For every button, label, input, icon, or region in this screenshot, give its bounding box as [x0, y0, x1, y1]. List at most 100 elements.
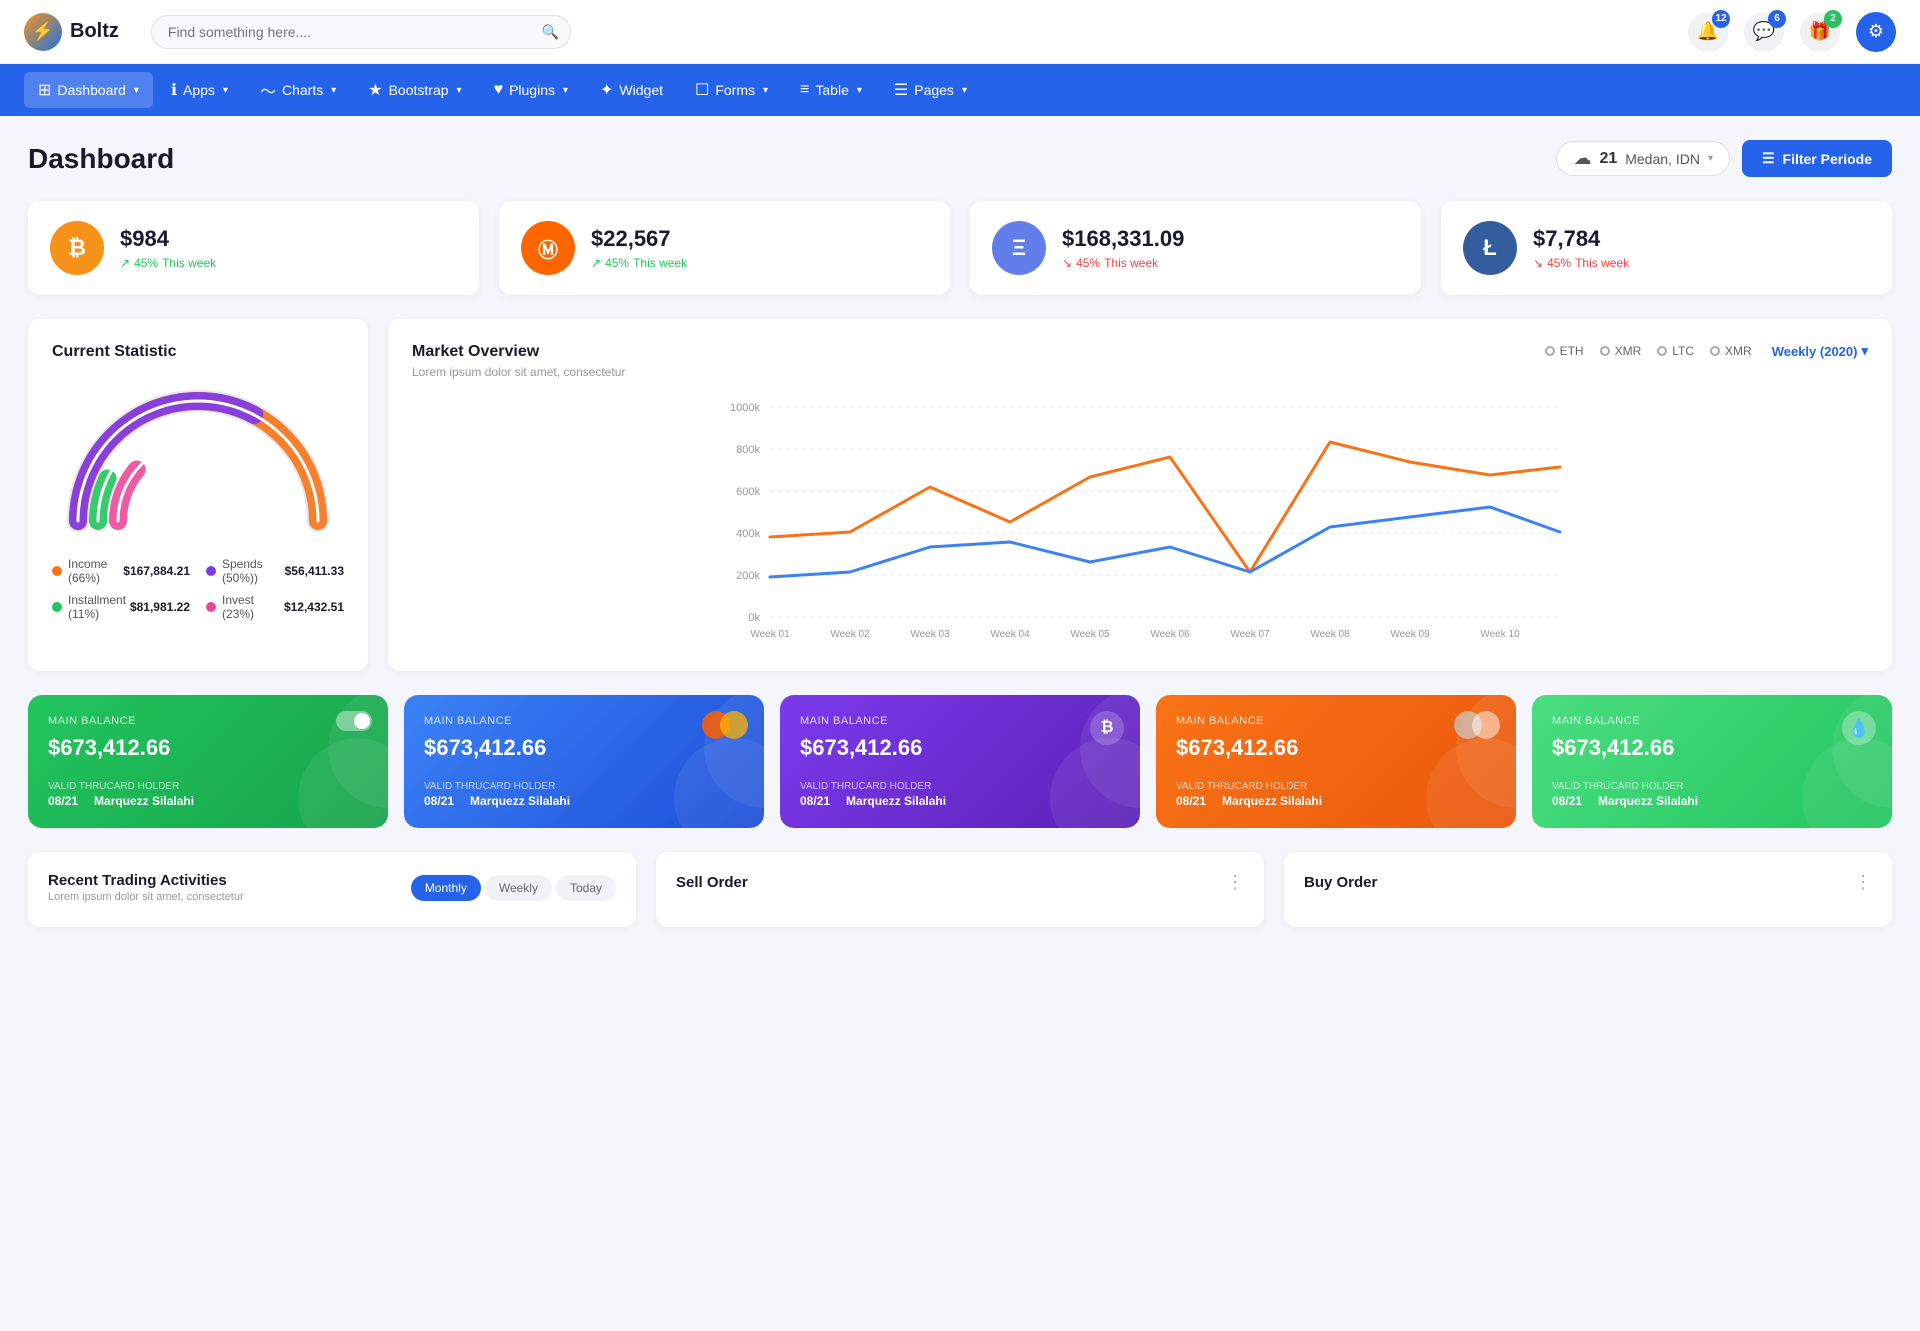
- nav-bootstrap[interactable]: ★ Bootstrap ▾: [354, 72, 475, 108]
- balance-card-purple: ₿ Main Balance $673,412.66 VALID THRUCAR…: [780, 695, 1140, 828]
- tab-weekly[interactable]: Weekly: [485, 875, 552, 901]
- nav-pages[interactable]: ☰ Pages ▾: [880, 72, 981, 108]
- card-date-2: 08/21: [800, 794, 830, 808]
- card-valid-3: VALID THRUCARD HOLDER: [1176, 781, 1322, 792]
- svg-text:0k: 0k: [748, 612, 760, 624]
- nav-apps[interactable]: ℹ Apps ▾: [157, 72, 242, 108]
- apps-icon: ℹ: [171, 80, 177, 100]
- sell-header: Sell Order ⋮: [676, 872, 1244, 893]
- mastercard-icon: [702, 711, 748, 739]
- trading-title-area: Recent Trading Activities Lorem ipsum do…: [48, 872, 244, 903]
- settings-button[interactable]: ⚙: [1856, 12, 1896, 52]
- messages-button[interactable]: 💬 6: [1744, 12, 1784, 52]
- btc-card-icon: ₿: [1090, 711, 1124, 745]
- mono-change: ↗ 45% This week: [591, 256, 687, 270]
- svg-text:Week 08: Week 08: [1310, 629, 1350, 640]
- nav-dashboard[interactable]: ⊞ Dashboard ▾: [24, 72, 153, 108]
- notifications-button[interactable]: 🔔 12: [1688, 12, 1728, 52]
- widget-icon: ✦: [600, 80, 613, 100]
- eth-info: $168,331.09 ↘ 45% This week: [1062, 226, 1184, 270]
- ltc-legend-label: LTC: [1672, 344, 1694, 358]
- message-badge: 6: [1768, 10, 1786, 28]
- pages-arrow: ▾: [962, 85, 967, 96]
- btc-info: $984 ↗ 45% This week: [120, 226, 216, 270]
- btc-change: ↗ 45% This week: [120, 256, 216, 270]
- balance-card-blue: Main Balance $673,412.66 VALID THRUCARD …: [404, 695, 764, 828]
- mono-icon: Ⓜ: [521, 221, 575, 275]
- chart-legends: ETH XMR LTC XMR: [1545, 344, 1752, 358]
- eth-legend-label: ETH: [1560, 344, 1584, 358]
- installment-label: Installment (11%): [68, 593, 130, 621]
- middle-section: Current Statistic: [28, 319, 1892, 671]
- semicircle-chart: [52, 381, 344, 541]
- ltc-icon: Ł: [1463, 221, 1517, 275]
- balance-label-2: Main Balance: [800, 715, 1120, 727]
- ltc-change: ↘ 45% This week: [1533, 256, 1629, 270]
- dashboard-header: Dashboard ☁ 21 Medan, IDN ▾ ☰ Filter Per…: [28, 140, 1892, 177]
- semicircle-svg: [58, 381, 338, 541]
- svg-text:600k: 600k: [736, 486, 760, 498]
- installment-value: $81,981.22: [130, 600, 190, 614]
- installment-dot: [52, 602, 62, 612]
- filter-period-button[interactable]: ☰ Filter Periode: [1742, 140, 1892, 177]
- line-chart-area: 1000k 800k 600k 400k 200k 0k Week 01 Wee…: [412, 387, 1868, 647]
- trading-header: Recent Trading Activities Lorem ipsum do…: [48, 872, 616, 903]
- nav-table[interactable]: ≡ Table ▾: [786, 73, 876, 107]
- bottom-section: Recent Trading Activities Lorem ipsum do…: [28, 852, 1892, 927]
- nav-bootstrap-label: Bootstrap: [389, 82, 449, 98]
- nav-forms[interactable]: ☐ Forms ▾: [681, 72, 782, 108]
- location-arrow: ▾: [1708, 153, 1713, 164]
- card-toggle-icon: [336, 711, 372, 731]
- btc-pct: 45%: [134, 256, 158, 270]
- nav-plugins[interactable]: ♥ Plugins ▾: [480, 73, 582, 107]
- apps-arrow: ▾: [223, 85, 228, 96]
- pages-icon: ☰: [894, 80, 908, 100]
- filter-icon: ☰: [1762, 150, 1775, 167]
- down-arrow-icon: ↘: [1062, 256, 1072, 270]
- btc-icon: ₿: [50, 221, 104, 275]
- search-input[interactable]: [151, 15, 571, 49]
- svg-text:Week 02: Week 02: [830, 629, 870, 640]
- up-arrow-icon: ↗: [120, 256, 130, 270]
- nav-charts[interactable]: 〜 Charts ▾: [246, 70, 350, 110]
- card-holder-4: Marquezz Silalahi: [1598, 794, 1698, 808]
- btc-value: $984: [120, 226, 216, 252]
- sell-more-icon[interactable]: ⋮: [1226, 872, 1244, 893]
- table-icon: ≡: [800, 81, 809, 99]
- balance-card-lgreen: 💧 Main Balance $673,412.66 VALID THRUCAR…: [1532, 695, 1892, 828]
- xmr-circle: [1600, 346, 1610, 356]
- logo: ⚡ Boltz: [24, 13, 119, 51]
- ltc-info: $7,784 ↘ 45% This week: [1533, 226, 1629, 270]
- balance-card-orange: Main Balance $673,412.66 VALID THRUCARD …: [1156, 695, 1516, 828]
- eth-period: This week: [1104, 256, 1158, 270]
- card-holder-1: Marquezz Silalahi: [470, 794, 570, 808]
- tab-today[interactable]: Today: [556, 875, 616, 901]
- card-date-0: 08/21: [48, 794, 78, 808]
- charts-icon: 〜: [260, 78, 276, 102]
- ltc-legend: LTC: [1657, 344, 1694, 358]
- mono-info: $22,567 ↗ 45% This week: [591, 226, 687, 270]
- buy-more-icon[interactable]: ⋮: [1854, 872, 1872, 893]
- buy-title: Buy Order: [1304, 874, 1377, 891]
- gifts-button[interactable]: 🎁 2: [1800, 12, 1840, 52]
- balance-label-3: Main Balance: [1176, 715, 1496, 727]
- nav-widget[interactable]: ✦ Widget: [586, 72, 677, 108]
- bootstrap-icon: ★: [368, 80, 382, 100]
- stat-card-btc: ₿ $984 ↗ 45% This week: [28, 201, 479, 295]
- trading-title: Recent Trading Activities: [48, 872, 244, 889]
- income-value: $167,884.21: [123, 564, 190, 578]
- card-holder-3: Marquezz Silalahi: [1222, 794, 1322, 808]
- cloud-icon: ☁: [1573, 148, 1591, 169]
- tab-monthly[interactable]: Monthly: [411, 875, 481, 901]
- balance-label-1: Main Balance: [424, 715, 744, 727]
- nav-table-label: Table: [815, 82, 848, 98]
- ltc-pct: 45%: [1547, 256, 1571, 270]
- market-title: Market Overview: [412, 343, 625, 361]
- spends-value: $56,411.33: [285, 564, 344, 578]
- invest-dot: [206, 602, 216, 612]
- plugins-arrow: ▾: [563, 85, 568, 96]
- spends-dot: [206, 566, 216, 576]
- svg-text:Week 04: Week 04: [990, 629, 1030, 640]
- weekly-filter[interactable]: Weekly (2020) ▾: [1772, 343, 1868, 359]
- gift-badge: 2: [1824, 10, 1842, 28]
